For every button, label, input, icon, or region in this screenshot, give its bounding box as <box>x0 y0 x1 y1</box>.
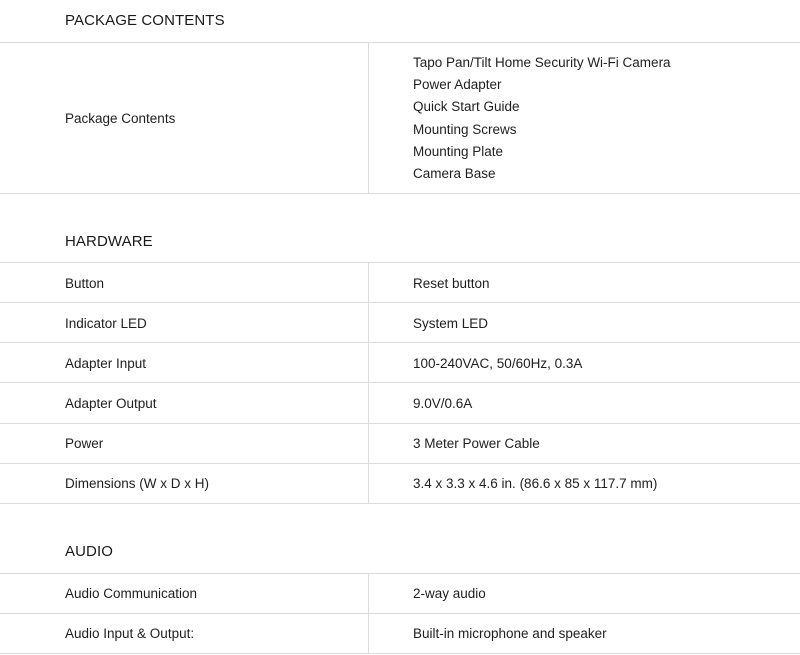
spec-value-adapter-input: 100-240VAC, 50/60Hz, 0.3A <box>413 356 583 371</box>
spec-value-power: 3 Meter Power Cable <box>413 436 540 451</box>
list-item: Mounting Plate <box>413 143 504 159</box>
spec-label-audio-communication: Audio Communication <box>65 586 198 601</box>
section-title-package-contents: PACKAGE CONTENTS <box>65 12 225 29</box>
divider <box>0 573 800 574</box>
divider <box>0 653 800 654</box>
package-contents-list: Tapo Pan/Tilt Home Security Wi-Fi Camera… <box>413 52 671 185</box>
spec-value-adapter-output: 9.0V/0.6A <box>413 396 473 411</box>
section-title-audio: AUDIO <box>65 543 114 560</box>
divider <box>0 423 800 424</box>
spec-label-dimensions: Dimensions (W x D x H) <box>65 476 210 491</box>
spec-value-audio-communication: 2-way audio <box>413 586 486 601</box>
spec-label-adapter-output: Adapter Output <box>65 396 157 411</box>
spec-value-audio-io: Built-in microphone and speaker <box>413 626 607 641</box>
spec-value-button: Reset button <box>413 276 490 291</box>
divider <box>0 382 800 383</box>
section-title-hardware: HARDWARE <box>65 233 153 250</box>
spec-label-package-contents: Package Contents <box>65 111 176 126</box>
divider <box>0 463 800 464</box>
divider <box>0 193 800 194</box>
divider <box>0 342 800 343</box>
spec-label-power: Power <box>65 436 104 451</box>
list-item: Tapo Pan/Tilt Home Security Wi-Fi Camera <box>413 55 671 70</box>
spec-label-indicator-led: Indicator LED <box>65 316 147 331</box>
spec-label-adapter-input: Adapter Input <box>65 356 147 371</box>
divider <box>0 42 800 43</box>
list-item: Camera Base <box>413 165 496 181</box>
divider <box>0 503 800 504</box>
divider <box>0 613 800 614</box>
divider <box>0 262 800 263</box>
list-item: Power Adapter <box>413 77 502 93</box>
spec-label-audio-io: Audio Input & Output: <box>65 626 195 641</box>
spec-value-dimensions: 3.4 x 3.3 x 4.6 in. (86.6 x 85 x 117.7 m… <box>413 476 658 491</box>
spec-label-button: Button <box>65 276 105 291</box>
column-divider <box>368 42 369 193</box>
list-item: Quick Start Guide <box>413 99 520 115</box>
spec-value-indicator-led: System LED <box>413 316 489 331</box>
divider <box>0 302 800 303</box>
list-item: Mounting Screws <box>413 121 517 137</box>
